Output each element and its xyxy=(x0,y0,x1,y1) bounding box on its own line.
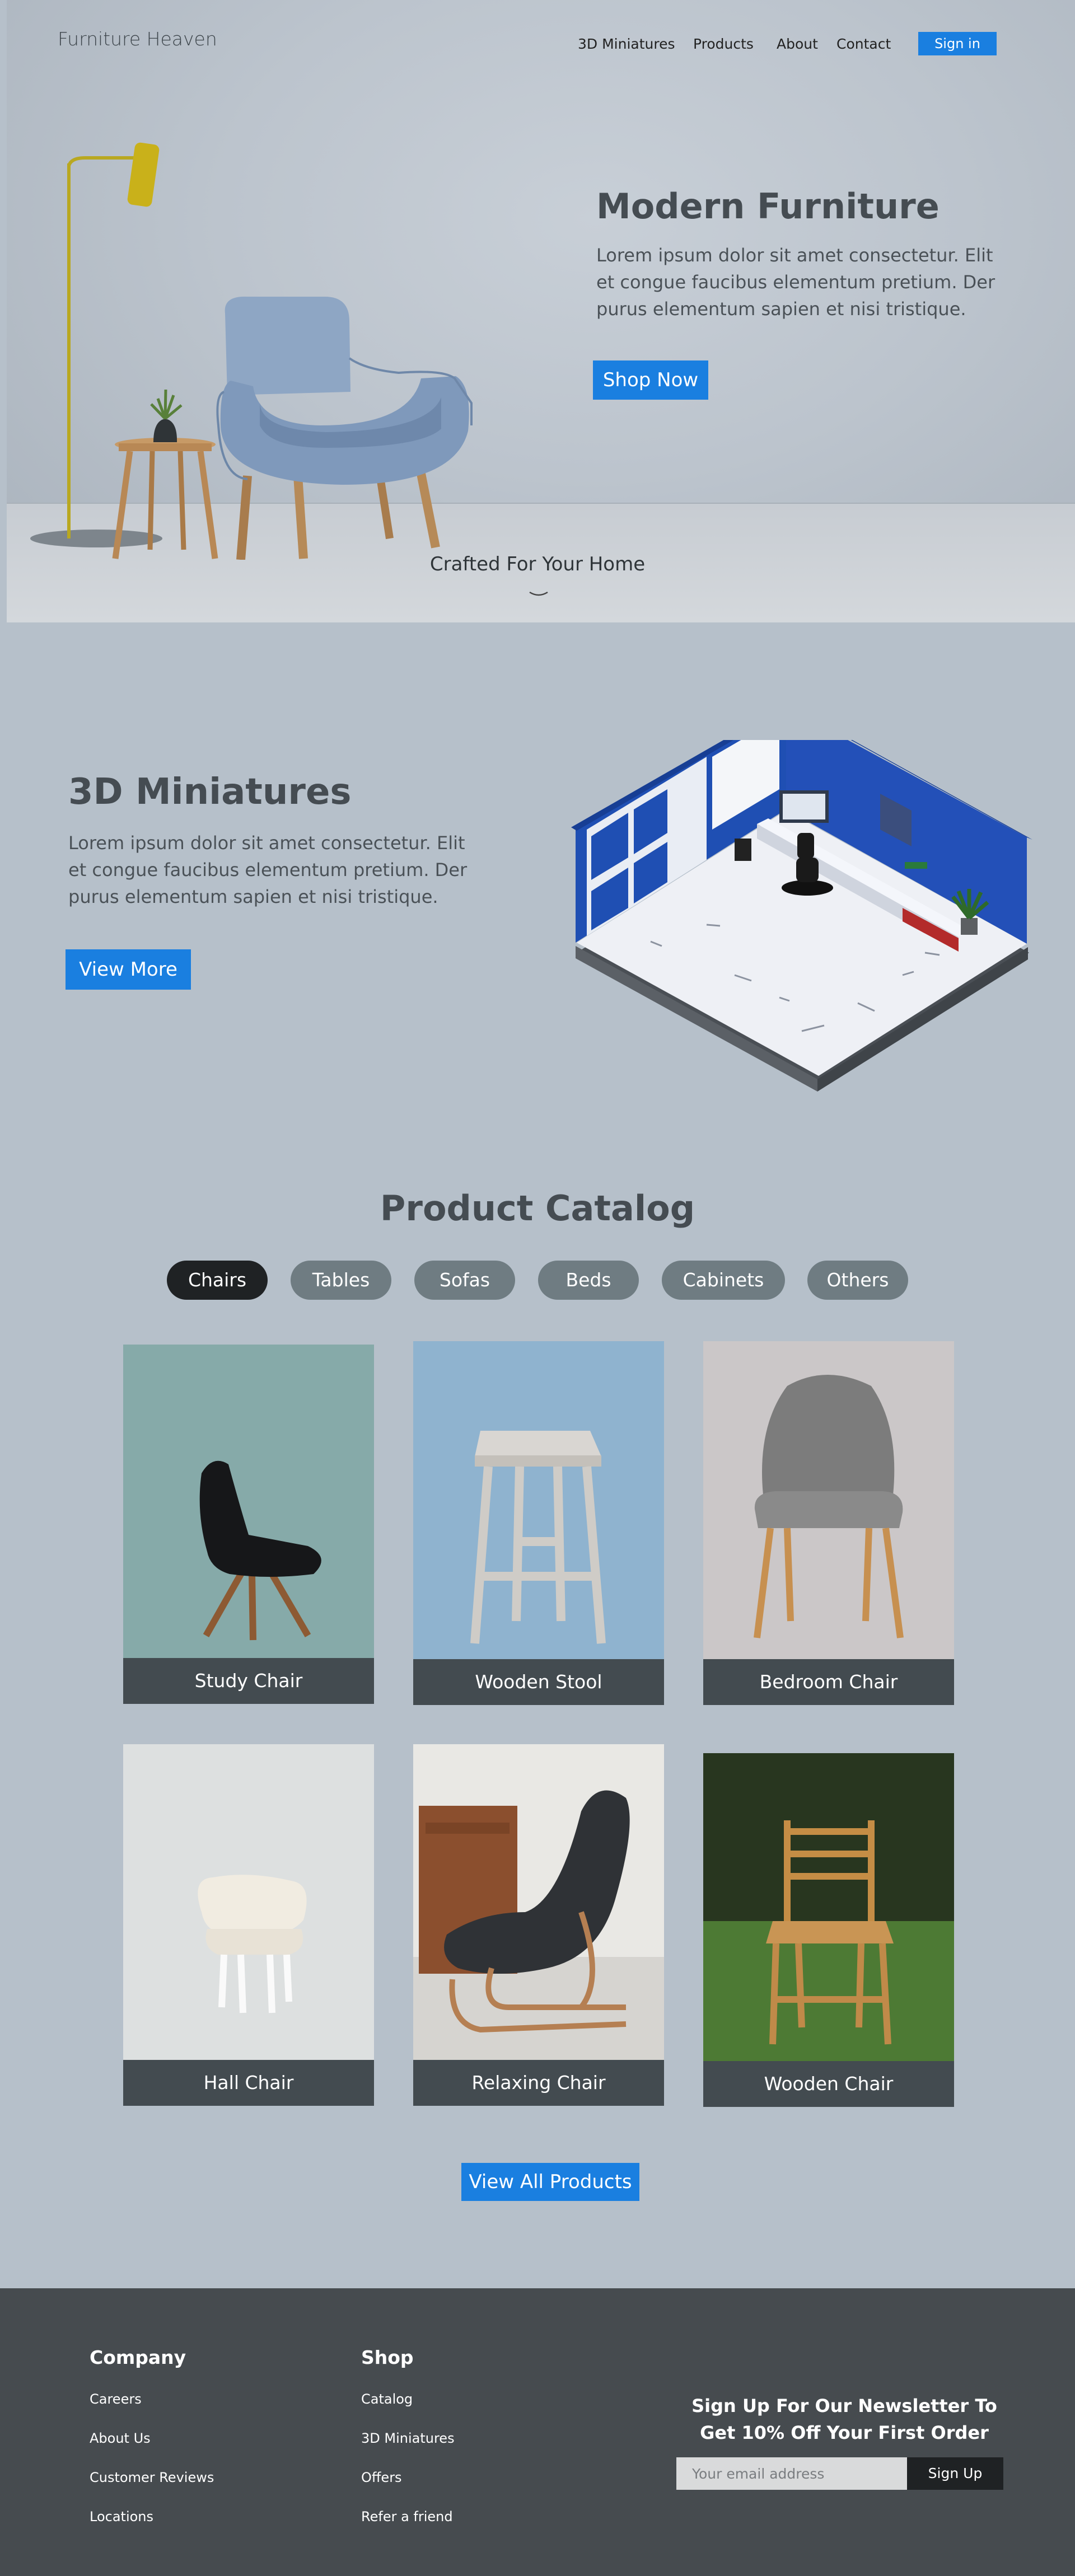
study-chair-image xyxy=(123,1345,374,1658)
filter-beds[interactable]: Beds xyxy=(538,1261,639,1300)
footer-link-offers[interactable]: Offers xyxy=(361,2470,402,2485)
miniatures-description: Lorem ipsum dolor sit amet consectetur. … xyxy=(68,832,468,907)
filter-cabinets[interactable]: Cabinets xyxy=(662,1261,785,1300)
sign-in-button[interactable]: Sign in xyxy=(918,32,997,55)
footer: Company Careers About Us Customer Review… xyxy=(0,2288,1075,2576)
footer-link-3d-miniatures[interactable]: 3D Miniatures xyxy=(361,2430,455,2446)
product-caption: Wooden Chair xyxy=(703,2061,954,2107)
nav-3d-miniatures[interactable]: 3D Miniatures xyxy=(578,36,675,52)
hall-chair-image xyxy=(123,1744,374,2060)
product-caption: Study Chair xyxy=(123,1658,374,1704)
footer-link-careers[interactable]: Careers xyxy=(90,2391,142,2407)
footer-link-refer-a-friend[interactable]: Refer a friend xyxy=(361,2509,453,2525)
newsletter-line-1: Sign Up For Our Newsletter To xyxy=(691,2395,997,2416)
footer-link-customer-reviews[interactable]: Customer Reviews xyxy=(90,2470,214,2485)
chevron-down-icon[interactable] xyxy=(527,589,550,600)
hero-tagline: Crafted For Your Home xyxy=(429,553,646,575)
hero-title: Modern Furniture xyxy=(596,186,940,227)
filter-others[interactable]: Others xyxy=(807,1261,908,1300)
hero-armchair-image xyxy=(30,142,473,560)
product-caption: Wooden Stool xyxy=(413,1659,664,1705)
newsletter-heading: Sign Up For Our Newsletter To Get 10% Of… xyxy=(676,2392,1012,2446)
hero-section: Furniture Heaven 3D Miniatures Products … xyxy=(7,0,1075,622)
wooden-stool-image xyxy=(413,1341,664,1659)
footer-link-about-us[interactable]: About Us xyxy=(90,2430,151,2446)
view-more-button[interactable]: View More xyxy=(66,949,191,990)
hero-description: Lorem ipsum dolor sit amet consectetur. … xyxy=(596,245,995,320)
filter-tables[interactable]: Tables xyxy=(291,1261,391,1300)
newsletter-line-2: Get 10% Off Your First Order xyxy=(700,2422,989,2443)
nav-products[interactable]: Products xyxy=(693,36,754,52)
brand-logo[interactable]: Furniture Heaven xyxy=(58,28,217,50)
bedroom-chair-image xyxy=(703,1341,954,1659)
footer-shop-heading: Shop xyxy=(361,2346,414,2368)
catalog-title: Product Catalog xyxy=(380,1188,695,1229)
shop-now-button[interactable]: Shop Now xyxy=(593,360,708,400)
product-caption: Relaxing Chair xyxy=(413,2060,664,2106)
wooden-chair-image xyxy=(703,1753,954,2061)
email-field[interactable] xyxy=(676,2457,907,2490)
view-all-products-button[interactable]: View All Products xyxy=(461,2163,639,2201)
product-caption: Bedroom Chair xyxy=(703,1659,954,1705)
filter-sofas[interactable]: Sofas xyxy=(414,1261,515,1300)
miniatures-title: 3D Miniatures xyxy=(68,771,352,813)
relaxing-chair-image xyxy=(413,1744,664,2060)
filter-chairs[interactable]: Chairs xyxy=(167,1261,268,1300)
miniature-room-image xyxy=(571,740,1032,1092)
product-caption: Hall Chair xyxy=(123,2060,374,2106)
sign-up-button[interactable]: Sign Up xyxy=(907,2457,1003,2490)
footer-company-heading: Company xyxy=(90,2346,186,2368)
footer-link-catalog[interactable]: Catalog xyxy=(361,2391,413,2407)
nav-contact[interactable]: Contact xyxy=(836,36,891,52)
footer-link-locations[interactable]: Locations xyxy=(90,2509,153,2525)
nav-about[interactable]: About xyxy=(777,36,818,52)
